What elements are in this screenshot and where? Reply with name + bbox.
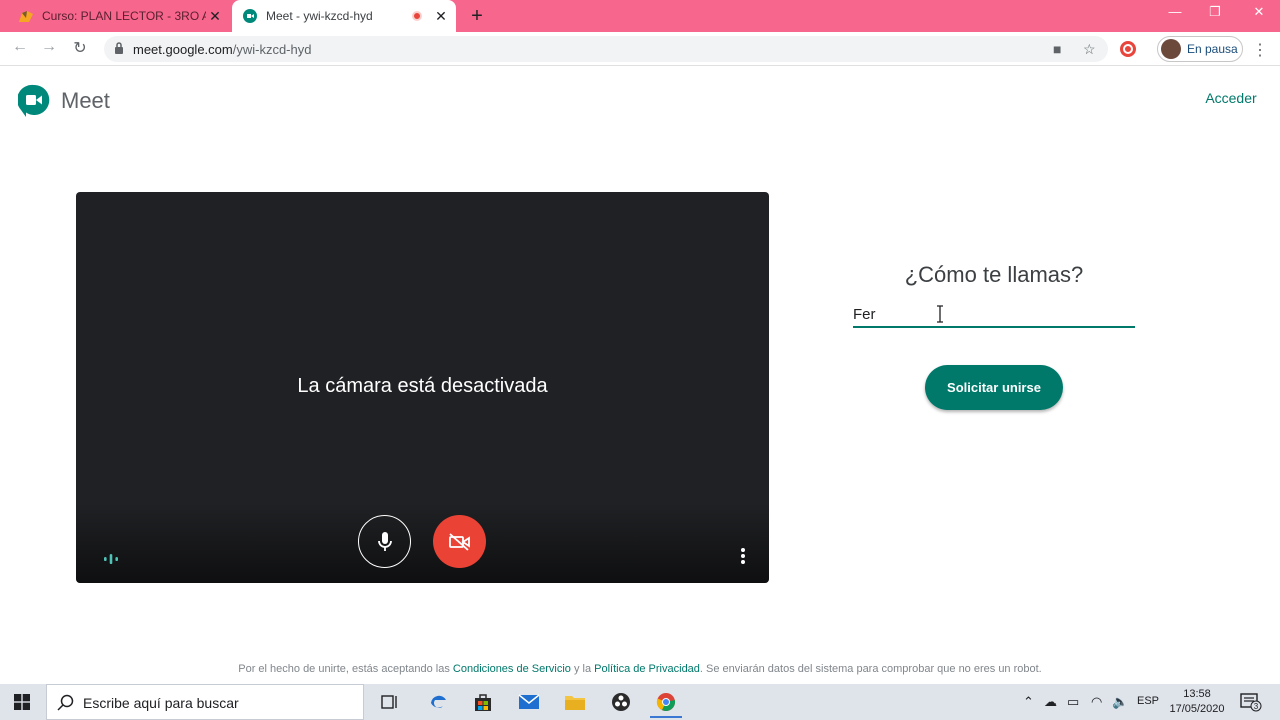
restore-window-icon[interactable]: ❐ bbox=[1200, 4, 1230, 20]
controls-gradient bbox=[76, 503, 769, 583]
forward-arrow-icon[interactable]: → bbox=[38, 38, 60, 56]
bookmark-star-icon[interactable]: ☆ bbox=[1083, 41, 1096, 58]
meet-logo-icon bbox=[18, 84, 50, 117]
show-hidden-icons-chevron-icon[interactable]: ⌃ bbox=[1023, 694, 1034, 710]
clock-date: 17/05/2020 bbox=[1169, 703, 1225, 715]
search-icon bbox=[57, 694, 74, 711]
new-tab-plus-icon[interactable]: + bbox=[466, 5, 488, 28]
lock-icon bbox=[115, 42, 123, 54]
join-prompt-heading: ¿Cómo te llamas? bbox=[904, 262, 1084, 287]
camera-blocked-icon[interactable]: ■ bbox=[1053, 41, 1061, 57]
ask-to-join-button[interactable]: Solicitar unirse bbox=[925, 365, 1063, 410]
chrome-icon[interactable] bbox=[646, 686, 686, 718]
wifi-icon[interactable]: ◠ bbox=[1091, 694, 1102, 710]
video-preview: La cámara está desactivada bbox=[76, 192, 769, 583]
footer-text: . Se enviarán datos del sistema para com… bbox=[699, 663, 1042, 675]
profile-status-label: En pausa bbox=[1187, 42, 1238, 56]
url-host: meet.google.com bbox=[133, 42, 233, 57]
search-placeholder: Escribe aquí para buscar bbox=[83, 695, 239, 711]
url-text: meet.google.com/ywi-kzcd-hyd bbox=[133, 42, 311, 57]
notification-count: 3 bbox=[1254, 702, 1259, 711]
audio-level-icon bbox=[104, 554, 118, 564]
volume-icon[interactable]: 🔈 bbox=[1112, 694, 1128, 710]
privacy-policy-link[interactable]: Política de Privacidad bbox=[594, 663, 700, 675]
minimize-window-icon[interactable]: — bbox=[1160, 4, 1190, 19]
tab-close-icon[interactable]: ✕ bbox=[432, 8, 450, 25]
meet-favicon-icon bbox=[242, 8, 258, 24]
windows-taskbar: Escribe aquí para buscar ⌃ ☁ ▭ ◠ 🔈 ESP 1… bbox=[0, 684, 1280, 720]
address-bar[interactable]: meet.google.com/ywi-kzcd-hyd ■ ☆ bbox=[104, 36, 1108, 62]
mail-icon[interactable] bbox=[509, 686, 549, 718]
task-view-icon[interactable] bbox=[370, 686, 410, 718]
close-window-icon[interactable]: ✕ bbox=[1244, 4, 1274, 20]
sign-in-link[interactable]: Acceder bbox=[1196, 90, 1266, 106]
text-cursor-icon bbox=[937, 305, 943, 323]
terms-footer: Por el hecho de unirte, estás aceptando … bbox=[0, 663, 1280, 675]
windows-start-icon[interactable] bbox=[14, 694, 30, 710]
file-explorer-icon[interactable] bbox=[555, 686, 595, 718]
input-language[interactable]: ESP bbox=[1137, 695, 1159, 707]
moodle-favicon-icon bbox=[18, 8, 34, 24]
onedrive-cloud-icon[interactable]: ☁ bbox=[1044, 694, 1057, 710]
battery-icon[interactable]: ▭ bbox=[1067, 694, 1079, 710]
tab-title: Meet - ywi-kzcd-hyd bbox=[266, 9, 373, 23]
terms-of-service-link[interactable]: Condiciones de Servicio bbox=[453, 663, 571, 675]
browser-toolbar: ← → ↻ meet.google.com/ywi-kzcd-hyd ■ ☆ E… bbox=[0, 32, 1280, 66]
avatar bbox=[1161, 39, 1181, 59]
footer-text: y la bbox=[570, 663, 595, 675]
url-path: /ywi-kzcd-hyd bbox=[232, 42, 312, 57]
tab-close-icon[interactable]: ✕ bbox=[206, 8, 224, 25]
more-options-icon[interactable] bbox=[736, 546, 750, 566]
name-input[interactable] bbox=[853, 302, 1135, 328]
obs-studio-icon[interactable] bbox=[601, 686, 641, 718]
footer-text: Por el hecho de unirte, estás aceptando … bbox=[238, 663, 453, 675]
recording-indicator-icon bbox=[412, 11, 422, 21]
profile-paused-button[interactable]: En pausa bbox=[1157, 36, 1243, 62]
back-arrow-icon[interactable]: ← bbox=[9, 38, 31, 56]
tab-course[interactable]: Curso: PLAN LECTOR - 3RO AMA ✕ bbox=[8, 0, 230, 32]
camera-toggle-button[interactable] bbox=[433, 515, 486, 568]
taskbar-search[interactable]: Escribe aquí para buscar bbox=[46, 684, 364, 720]
microphone-icon bbox=[377, 531, 392, 551]
tab-title: Curso: PLAN LECTOR - 3RO AMA bbox=[42, 9, 206, 23]
camera-off-message: La cámara está desactivada bbox=[297, 375, 548, 397]
tab-meet[interactable]: Meet - ywi-kzcd-hyd ✕ bbox=[232, 0, 456, 32]
extension-icon[interactable] bbox=[1119, 40, 1137, 58]
camera-off-icon bbox=[448, 532, 470, 551]
reload-icon[interactable]: ↻ bbox=[69, 38, 91, 58]
browser-tab-strip: Curso: PLAN LECTOR - 3RO AMA ✕ Meet - yw… bbox=[0, 0, 1280, 32]
app-title: Meet bbox=[61, 88, 110, 113]
browser-menu-icon[interactable]: ⋮ bbox=[1252, 40, 1268, 60]
microsoft-store-icon[interactable] bbox=[463, 686, 503, 718]
clock-time: 13:58 bbox=[1183, 688, 1211, 700]
microphone-toggle-button[interactable] bbox=[358, 515, 411, 568]
edge-browser-icon[interactable] bbox=[418, 686, 458, 718]
system-clock[interactable]: 13:58 17/05/2020 bbox=[1165, 687, 1229, 717]
action-center-icon[interactable]: 3 bbox=[1240, 692, 1262, 712]
